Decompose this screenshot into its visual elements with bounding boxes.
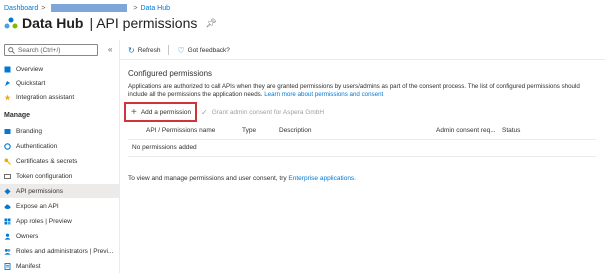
toolbar-divider (168, 45, 170, 55)
enterprise-applications-link[interactable]: Enterprise applications. (288, 175, 356, 182)
breadcrumb: Dashboard > > Data Hub (4, 3, 170, 13)
sidebar-item-integration-assistant[interactable]: Integration assistant (0, 90, 119, 104)
sidebar-item-branding[interactable]: Branding (0, 124, 119, 138)
heart-icon: ♡ (177, 45, 185, 55)
grant-admin-consent-button[interactable]: ✓ Grant admin consent for Aspera GmbH (201, 108, 324, 117)
sidebar-item-label: Integration assistant (16, 93, 75, 101)
footer-text: To view and manage permissions and user … (128, 175, 287, 182)
sidebar-item-token-configuration[interactable]: Token configuration (0, 169, 119, 183)
sidebar-item-api-permissions[interactable]: API permissions (0, 184, 119, 198)
breadcrumb-separator: > (133, 4, 138, 12)
app-title: Data Hub (22, 15, 84, 31)
toolbar-divider-line (120, 59, 605, 60)
manifest-icon (4, 262, 11, 270)
sidebar-item-label: Manifest (16, 262, 41, 270)
refresh-label: Refresh (137, 46, 161, 54)
sidebar-item-label: Authentication (16, 142, 58, 150)
breadcrumb-dashboard[interactable]: Dashboard (4, 5, 38, 12)
permissions-description: Applications are authorized to call APIs… (128, 83, 598, 99)
column-header[interactable]: API / Permissions name (146, 127, 215, 134)
sidebar-item-label: Branding (16, 127, 43, 135)
sidebar-item-authentication[interactable]: Authentication (0, 139, 119, 153)
feedback-label: Got feedback? (187, 46, 230, 54)
permissions-table-header: API / Permissions name Type Description … (128, 125, 596, 137)
add-permission-label: Add a permission (140, 108, 192, 116)
key-icon (4, 158, 11, 165)
column-header[interactable]: Status (502, 127, 520, 134)
api-permissions-icon (4, 188, 11, 195)
sidebar-item-label: App roles | Preview (16, 217, 72, 225)
refresh-icon: ↻ (128, 45, 135, 55)
sidebar-item-overview[interactable]: Overview (0, 62, 119, 76)
search-placeholder: Search (Ctrl+/) (18, 46, 61, 54)
owners-icon (4, 233, 11, 240)
pin-icon[interactable]: 📌︎ (205, 18, 216, 29)
column-header[interactable]: Type (242, 127, 256, 134)
page-title: | API permissions (89, 15, 198, 31)
sidebar-item-label: Owners (16, 232, 39, 240)
sidebar: Search (Ctrl+/) « Overview Quickstart In… (0, 40, 119, 273)
search-icon (8, 46, 15, 54)
page-header: Data Hub | API permissions 📌︎ (4, 13, 217, 33)
sidebar-item-manifest[interactable]: Manifest (0, 259, 119, 273)
branding-icon (4, 128, 11, 135)
sidebar-divider (119, 40, 120, 273)
learn-more-link[interactable]: Learn more about permissions and consent (264, 91, 383, 98)
app-registration-icon (4, 17, 18, 29)
sidebar-item-label: Overview (16, 65, 44, 73)
breadcrumb-current[interactable]: Data Hub (140, 5, 170, 12)
redacted-breadcrumb (51, 4, 128, 12)
plus-icon: + (131, 106, 137, 118)
column-header[interactable]: Description (279, 127, 312, 134)
sidebar-search-input[interactable]: Search (Ctrl+/) (4, 44, 98, 56)
section-title: Configured permissions (128, 69, 213, 78)
token-icon (4, 173, 11, 180)
roles-icon (4, 248, 11, 255)
collapse-sidebar-icon[interactable]: « (108, 45, 112, 54)
sidebar-item-app-roles[interactable]: App roles | Preview (0, 214, 119, 228)
sidebar-item-certificates-secrets[interactable]: Certificates & secrets (0, 154, 119, 168)
manage-heading: Manage (4, 112, 31, 119)
sidebar-item-label: Quickstart (16, 79, 46, 87)
table-row-divider (128, 156, 596, 157)
refresh-button[interactable]: ↻ Refresh (128, 46, 160, 55)
sidebar-item-quickstart[interactable]: Quickstart (0, 76, 119, 90)
empty-table-message: No permissions added (132, 144, 197, 151)
enterprise-apps-note: To view and manage permissions and user … (128, 175, 356, 182)
sidebar-item-label: Token configuration (16, 172, 73, 180)
sidebar-item-roles-administrators[interactable]: Roles and administrators | Previ... (0, 244, 119, 258)
table-header-divider (128, 139, 596, 140)
authentication-icon (4, 142, 11, 150)
column-header[interactable]: Admin consent req... (436, 127, 496, 134)
command-bar: ↻ Refresh ♡ Got feedback? (128, 44, 238, 56)
overview-icon (4, 66, 11, 73)
cloud-icon (4, 203, 11, 210)
sidebar-item-label: Certificates & secrets (16, 157, 78, 165)
sidebar-item-label: Roles and administrators | Previ... (16, 247, 114, 255)
sidebar-item-label: API permissions (16, 187, 63, 195)
sidebar-item-expose-an-api[interactable]: Expose an API (0, 199, 119, 213)
check-icon: ✓ (201, 108, 208, 117)
breadcrumb-separator: > (41, 4, 46, 12)
add-permission-button[interactable]: + Add a permission (124, 102, 197, 122)
sidebar-item-label: Expose an API (16, 202, 59, 210)
quickstart-icon (4, 80, 11, 87)
grant-consent-label: Grant admin consent for Aspera GmbH (211, 109, 325, 116)
integration-assistant-icon (4, 94, 11, 101)
app-roles-icon (4, 218, 11, 225)
feedback-button[interactable]: ♡ Got feedback? (177, 46, 229, 55)
sidebar-item-owners[interactable]: Owners (0, 229, 119, 243)
